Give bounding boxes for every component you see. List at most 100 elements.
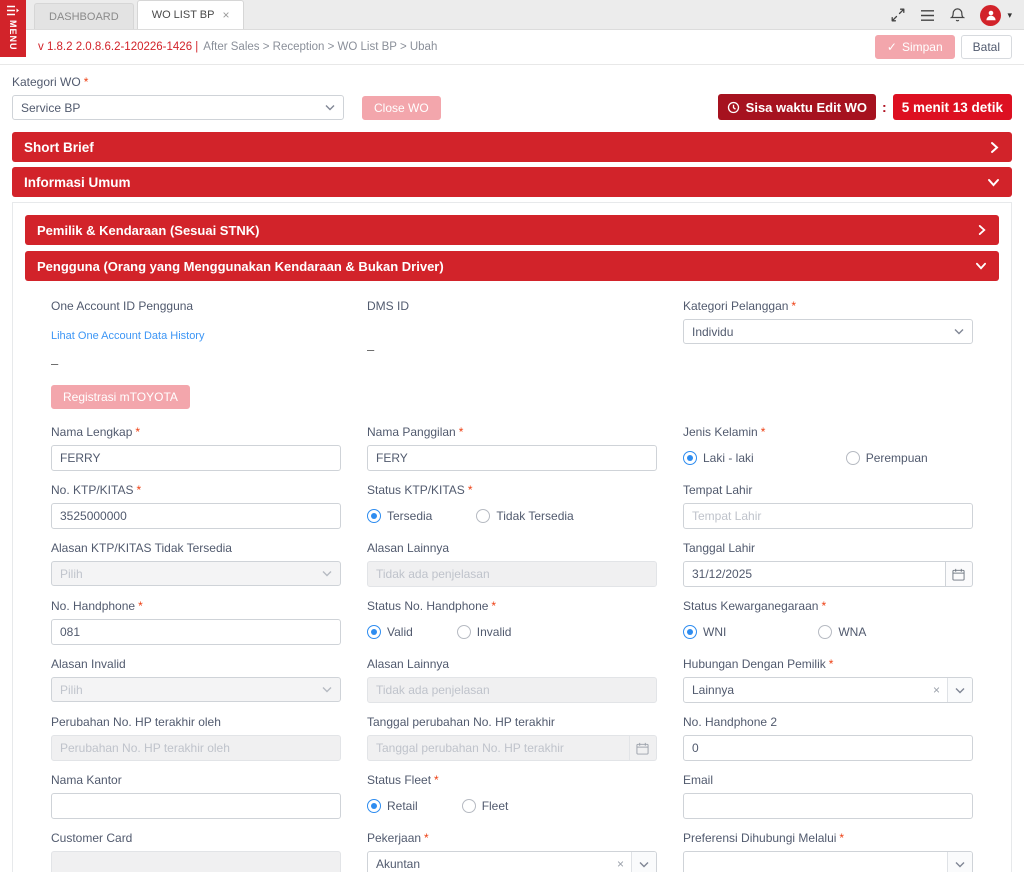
kategori-wo-select[interactable]: Service BP [12, 95, 344, 120]
radio-retail[interactable]: Retail [367, 799, 418, 813]
field-status-fleet: Status Fleet* Retail Fleet [367, 773, 657, 819]
close-tab-icon[interactable]: × [222, 9, 229, 21]
radio-wni[interactable]: WNI [683, 625, 726, 639]
nama-panggilan-input[interactable] [367, 445, 657, 471]
timer-colon: : [882, 99, 887, 115]
field-customer-card: Customer Card [51, 831, 341, 872]
sidebar-menu-toggle[interactable]: MENU [0, 0, 26, 57]
radio-valid[interactable]: Valid [367, 625, 413, 639]
chevron-down-icon[interactable]: ▾ [1007, 10, 1012, 21]
clear-icon[interactable]: × [933, 683, 940, 697]
nama-kantor-input[interactable] [51, 793, 341, 819]
field-tanggal-perubahan-hp: Tanggal perubahan No. HP terakhir [367, 715, 657, 761]
no-handphone-input[interactable] [51, 619, 341, 645]
hubungan-pemilik-select[interactable]: Lainnya × [683, 677, 973, 703]
app-version: v 1.8.2 2.0.8.6.2-120226-1426 | [38, 41, 198, 53]
email-input[interactable] [683, 793, 973, 819]
customer-card-input [51, 851, 341, 872]
preferensi-select[interactable] [683, 851, 973, 872]
radio-tidak-tersedia[interactable]: Tidak Tersedia [476, 509, 573, 523]
tab-dashboard-label: DASHBOARD [49, 11, 119, 23]
tempat-lahir-input[interactable] [683, 503, 973, 529]
field-kewarganegaraan: Status Kewarganegaraan* WNI WNA [683, 599, 973, 645]
alasan-ktp-select: Pilih [51, 561, 341, 586]
tanggal-lahir-input[interactable] [683, 561, 946, 587]
page-actions: ✓ Simpan Batal [875, 35, 1012, 59]
pengguna-form: One Account ID Pengguna Lihat One Accoun… [25, 287, 999, 872]
field-kategori-pelanggan: Kategori Pelanggan* Individu [683, 299, 973, 371]
accordion-pemilik-kendaraan[interactable]: Pemilik & Kendaraan (Sesuai STNK) [25, 215, 999, 245]
alasan-invalid-select: Pilih [51, 677, 341, 702]
no-ktp-input[interactable] [51, 503, 341, 529]
user-icon [985, 9, 997, 21]
fullscreen-icon[interactable] [891, 8, 905, 22]
tab-wo-list-bp[interactable]: WO LIST BP × [137, 0, 245, 29]
field-perubahan-hp-oleh: Perubahan No. HP terakhir oleh [51, 715, 341, 761]
timer-label-badge: Sisa waktu Edit WO [718, 94, 876, 120]
field-hubungan-pemilik: Hubungan Dengan Pemilik* Lainnya × [683, 657, 973, 703]
kategori-pelanggan-select[interactable]: Individu [683, 319, 973, 344]
no-handphone-2-input[interactable] [683, 735, 973, 761]
field-no-handphone-2: No. Handphone 2 [683, 715, 973, 761]
app-window: MENU DASHBOARD WO LIST BP × [0, 0, 1024, 872]
field-no-handphone: No. Handphone* [51, 599, 341, 645]
menu-unfold-icon [6, 5, 20, 16]
radio-tersedia[interactable]: Tersedia [367, 509, 432, 523]
chevron-down-icon [987, 177, 1000, 188]
accordion-short-brief[interactable]: Short Brief [12, 132, 1012, 162]
field-tempat-lahir: Tempat Lahir [683, 483, 973, 529]
clear-icon[interactable]: × [617, 857, 624, 871]
field-status-handphone: Status No. Handphone* Valid Invalid [367, 599, 657, 645]
radio-wna[interactable]: WNA [818, 625, 866, 639]
clock-icon [727, 101, 740, 114]
field-alasan-ktp: Alasan KTP/KITAS Tidak Tersedia Pilih [51, 541, 341, 587]
pekerjaan-select[interactable]: Akuntan × [367, 851, 657, 872]
accordion-informasi-umum[interactable]: Informasi Umum [12, 167, 1012, 197]
timer-value-badge: 5 menit 13 detik [893, 94, 1012, 120]
chevron-down-icon [975, 261, 987, 271]
chevron-down-icon [947, 852, 972, 872]
radio-fleet[interactable]: Fleet [462, 799, 509, 813]
field-dms-id: DMS ID – [367, 299, 657, 371]
calendar-icon [630, 735, 657, 761]
close-wo-button[interactable]: Close WO [362, 96, 441, 120]
kategori-wo-field: Kategori WO* Service BP [12, 75, 344, 120]
chevron-down-icon [631, 852, 656, 872]
tanggal-perubahan-hp-input [367, 735, 630, 761]
edit-timer: Sisa waktu Edit WO : 5 menit 13 detik [718, 94, 1012, 120]
breadcrumb: After Sales > Reception > WO List BP > U… [203, 41, 437, 53]
radio-laki-laki[interactable]: Laki - laki [683, 451, 754, 465]
calendar-icon[interactable] [946, 561, 973, 587]
check-icon: ✓ [887, 40, 897, 54]
chevron-right-icon [989, 141, 1000, 154]
field-nama-lengkap: Nama Lengkap* [51, 425, 341, 471]
perubahan-hp-oleh-input [51, 735, 341, 761]
chevron-down-icon [954, 328, 964, 335]
kategori-wo-row: Kategori WO* Service BP Close WO Sisa wa… [0, 65, 1024, 132]
tab-wo-list-bp-label: WO LIST BP [152, 9, 215, 21]
chevron-right-icon [977, 224, 987, 236]
field-alasan-lainnya-ktp: Alasan Lainnya [367, 541, 657, 587]
nama-lengkap-input[interactable] [51, 445, 341, 471]
menu-label: MENU [8, 20, 18, 51]
field-alasan-invalid: Alasan Invalid Pilih [51, 657, 341, 703]
dms-id-value: – [367, 342, 657, 357]
field-nama-kantor: Nama Kantor [51, 773, 341, 819]
radio-perempuan[interactable]: Perempuan [846, 451, 928, 465]
alasan-lainnya-ktp-input [367, 561, 657, 587]
one-account-history-link[interactable]: Lihat One Account Data History [51, 330, 204, 342]
notifications-bell-icon[interactable] [950, 7, 965, 23]
chevron-down-icon [322, 570, 332, 577]
simpan-button[interactable]: ✓ Simpan [875, 35, 955, 59]
batal-button[interactable]: Batal [961, 35, 1012, 59]
tab-dashboard[interactable]: DASHBOARD [34, 3, 134, 29]
chevron-down-icon [947, 678, 972, 702]
radio-invalid[interactable]: Invalid [457, 625, 512, 639]
accordion-pengguna[interactable]: Pengguna (Orang yang Menggunakan Kendara… [25, 251, 999, 281]
alasan-lainnya-hp-input [367, 677, 657, 703]
user-avatar[interactable] [980, 5, 1001, 26]
hamburger-icon[interactable] [920, 9, 935, 22]
registrasi-mtoyota-button[interactable]: Registrasi mTOYOTA [51, 385, 190, 409]
field-one-account-id: One Account ID Pengguna Lihat One Accoun… [51, 299, 341, 371]
field-no-ktp: No. KTP/KITAS* [51, 483, 341, 529]
